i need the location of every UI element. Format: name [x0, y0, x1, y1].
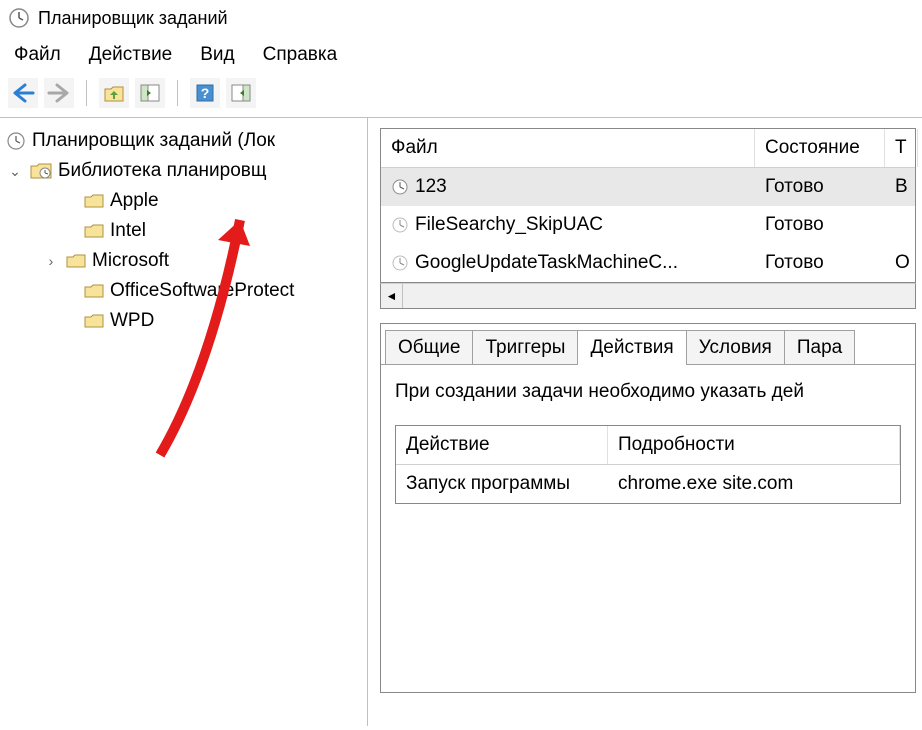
col-state[interactable]: Состояние [755, 129, 885, 167]
task-table-header: Файл Состояние Т [381, 129, 915, 168]
tree-item-microsoft[interactable]: › Microsoft [4, 246, 363, 276]
tab-actions[interactable]: Действия [577, 330, 686, 365]
tree-item-label: WPD [110, 310, 154, 332]
up-folder-button[interactable] [99, 78, 129, 108]
menu-view[interactable]: Вид [200, 44, 234, 66]
toolbar-separator [177, 80, 178, 106]
tree-item-label: OfficeSoftwareProtect [110, 280, 294, 302]
toolbar-separator [86, 80, 87, 106]
workspace: Планировщик заданий (Лок ⌄ Библиотека пл… [0, 118, 922, 726]
panel-right-button[interactable] [226, 78, 256, 108]
action-table-header: Действие Подробности [396, 426, 900, 465]
menu-help[interactable]: Справка [263, 44, 338, 66]
clock-icon [8, 7, 30, 29]
help-button[interactable]: ? [190, 78, 220, 108]
tree-spacer [60, 312, 78, 330]
folder-clock-icon [30, 162, 52, 180]
tree-item-label: Apple [110, 190, 159, 212]
tree-library-label: Библиотека планировщ [58, 160, 267, 182]
task-table: Файл Состояние Т 123 Готово В [380, 128, 916, 283]
folder-icon [84, 283, 104, 299]
tree-root-label: Планировщик заданий (Лок [32, 130, 275, 152]
forward-button[interactable] [44, 78, 74, 108]
task-name: 123 [415, 176, 447, 198]
action-value: Запуск программы [396, 465, 608, 503]
clock-icon [391, 216, 409, 234]
clock-icon [391, 178, 409, 196]
col-name[interactable]: Файл [381, 129, 755, 167]
horizontal-scrollbar[interactable]: ◄ [380, 283, 916, 309]
task-state: Готово [755, 248, 885, 278]
toolbar: ? [0, 74, 922, 118]
folder-icon [84, 223, 104, 239]
tab-conditions[interactable]: Условия [686, 330, 785, 365]
action-row[interactable]: Запуск программы chrome.exe site.com [396, 465, 900, 503]
folder-icon [66, 253, 86, 269]
tabs-panel: Общие Триггеры Действия Условия Пара При… [380, 323, 916, 693]
task-state: Готово [755, 172, 885, 202]
window-title: Планировщик заданий [38, 8, 228, 29]
task-row[interactable]: 123 Готово В [381, 168, 915, 206]
clock-icon [6, 131, 26, 151]
tree-item-apple[interactable]: Apple [4, 186, 363, 216]
action-details: chrome.exe site.com [608, 465, 900, 503]
tab-body: При создании задачи необходимо указать д… [381, 364, 915, 520]
tree-root[interactable]: Планировщик заданий (Лок [4, 126, 363, 156]
task-name: GoogleUpdateTaskMachineC... [415, 252, 678, 274]
menu-file[interactable]: Файл [14, 44, 61, 66]
menu-action[interactable]: Действие [89, 44, 173, 66]
task-state: Готово [755, 210, 885, 240]
folder-icon [84, 313, 104, 329]
tree-item-intel[interactable]: Intel [4, 216, 363, 246]
chevron-down-icon[interactable]: ⌄ [6, 162, 24, 180]
tree-item-label: Microsoft [92, 250, 169, 272]
task-trigger [885, 210, 915, 240]
tree-pane: Планировщик заданий (Лок ⌄ Библиотека пл… [0, 118, 368, 726]
tree-item-label: Intel [110, 220, 146, 242]
task-row[interactable]: FileSearchy_SkipUAC Готово [381, 206, 915, 244]
titlebar: Планировщик заданий [0, 0, 922, 36]
task-trigger: О [885, 248, 920, 278]
col-trigger[interactable]: Т [885, 129, 918, 167]
tree-spacer [60, 222, 78, 240]
task-row[interactable]: GoogleUpdateTaskMachineC... Готово О [381, 244, 915, 282]
tree-item-wpd[interactable]: WPD [4, 306, 363, 336]
scroll-left-icon[interactable]: ◄ [381, 284, 403, 308]
actions-description: При создании задачи необходимо указать д… [395, 381, 901, 403]
task-name: FileSearchy_SkipUAC [415, 214, 603, 236]
tree-item-office[interactable]: OfficeSoftwareProtect [4, 276, 363, 306]
panel-left-button[interactable] [135, 78, 165, 108]
tab-general[interactable]: Общие [385, 330, 473, 365]
svg-text:?: ? [201, 85, 210, 101]
clock-icon [391, 254, 409, 272]
tree-spacer [60, 192, 78, 210]
folder-icon [84, 193, 104, 209]
menubar: Файл Действие Вид Справка [0, 36, 922, 74]
back-button[interactable] [8, 78, 38, 108]
tab-params[interactable]: Пара [784, 330, 855, 365]
col-action[interactable]: Действие [396, 426, 608, 464]
col-details[interactable]: Подробности [608, 426, 900, 464]
tree-spacer [60, 282, 78, 300]
content-pane: Файл Состояние Т 123 Готово В [368, 118, 922, 726]
tree-library[interactable]: ⌄ Библиотека планировщ [4, 156, 363, 186]
action-table: Действие Подробности Запуск программы ch… [395, 425, 901, 504]
task-trigger: В [885, 172, 918, 202]
tabs-row: Общие Триггеры Действия Условия Пара [381, 324, 915, 365]
chevron-right-icon[interactable]: › [42, 252, 60, 270]
tab-triggers[interactable]: Триггеры [472, 330, 578, 365]
